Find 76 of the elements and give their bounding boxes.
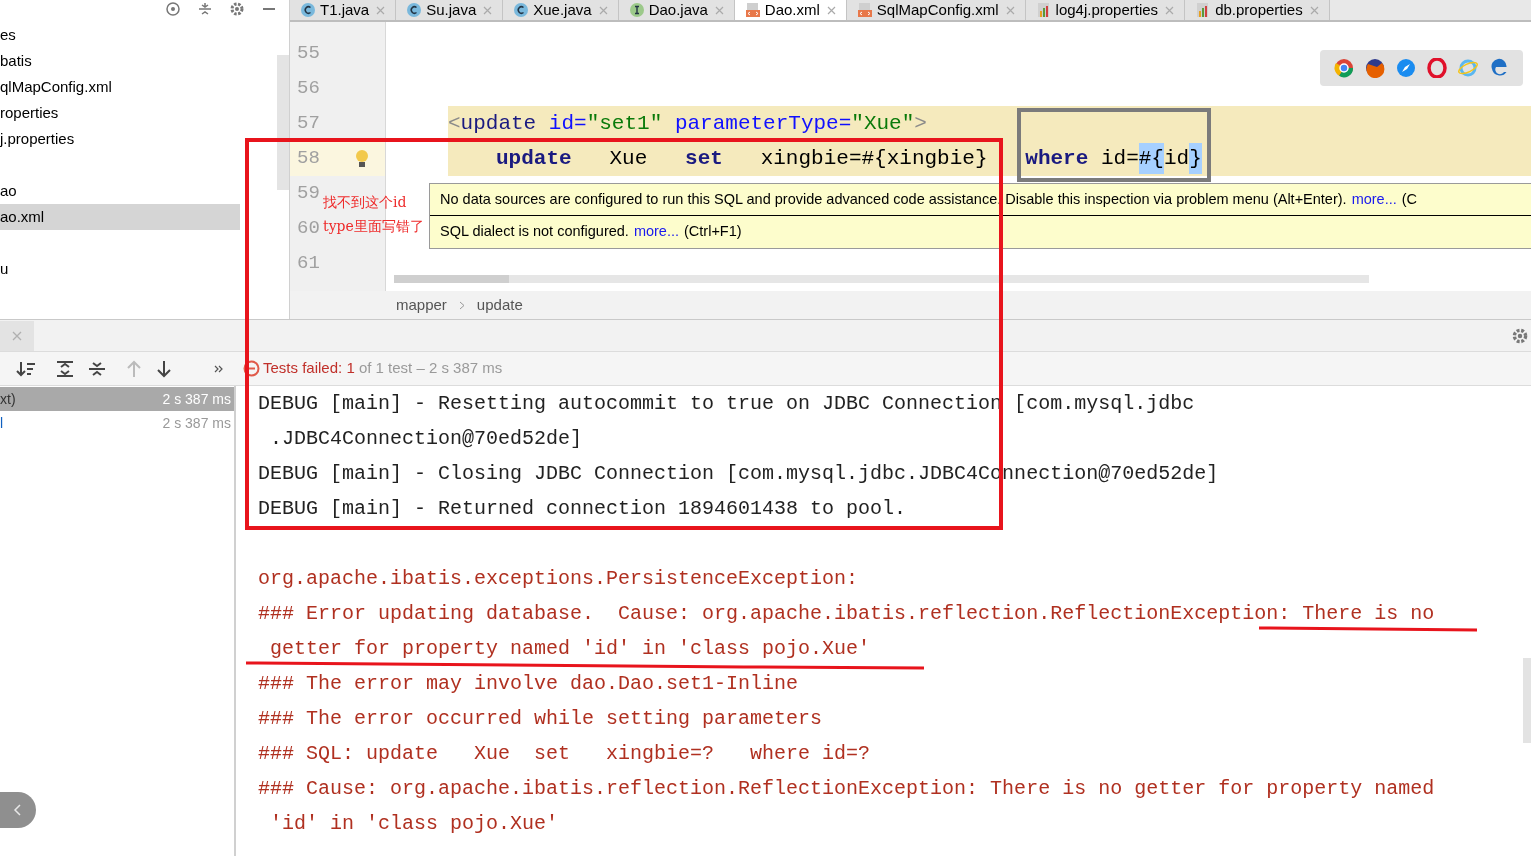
tree-item[interactable]: qlMapConfig.xml (0, 74, 112, 100)
breadcrumb-item[interactable]: update (476, 293, 523, 317)
collapse-panel-button[interactable] (0, 792, 36, 828)
shortcut-text: (Ctrl+F1) (684, 222, 742, 242)
console-line: .JDBC4Connection@70ed52de] (269, 426, 583, 451)
settings-icon[interactable] (229, 1, 245, 17)
locate-icon[interactable] (165, 1, 181, 17)
scrollbar-thumb[interactable] (394, 275, 509, 283)
browser-icon[interactable] (1364, 58, 1385, 78)
editor-tab[interactable]: T1.java (290, 0, 397, 20)
line-number: 58 (297, 146, 320, 172)
expand-all-icon[interactable] (56, 359, 74, 378)
tree-item[interactable]: roperties (0, 100, 59, 126)
console-line: ### SQL: update Xue set xingbie=? where id=? (258, 741, 871, 766)
sort-icon[interactable] (16, 359, 36, 378)
xml-file-icon (856, 2, 873, 18)
close-icon[interactable] (826, 5, 836, 15)
editor-tab[interactable]: log4j.properties (1025, 0, 1186, 20)
close-icon (12, 330, 22, 341)
interface-file-icon (628, 2, 645, 18)
console-line: ### Error updating database. Cause: org.apache.ibatis.reflection.ReflectionException: There is no (258, 601, 1435, 626)
console-line: DEBUG [main] - Returned connection 1894601438 to pool. (258, 496, 907, 521)
more-link[interactable]: more... (633, 221, 679, 243)
compass-icon[interactable] (1395, 58, 1416, 78)
settings-icon[interactable] (1511, 326, 1529, 345)
console-line: getter for property named 'id' in 'class pojo.Xue' (269, 636, 871, 661)
console-line: DEBUG [main] - Resetting autocommit to true on JDBC Connection [com.mysql.jdbc (258, 391, 1195, 416)
tree-item[interactable]: es (0, 22, 16, 48)
xml-file-icon (744, 2, 761, 18)
console-line: ### The error may involve dao.Dao.set1-Inline (258, 671, 799, 696)
lightbulb-icon[interactable] (355, 148, 369, 169)
console-line: ### The error occurred while setting parameters (258, 706, 823, 731)
chart-file-icon (1035, 2, 1052, 18)
browser-icon[interactable] (1427, 58, 1448, 78)
down-arrow-icon[interactable] (156, 359, 172, 378)
tree-item[interactable]: u (0, 256, 9, 282)
collapse-icon[interactable] (197, 1, 213, 17)
test-status: Tests failed: 1 of 1 test – 2 s 387 ms (263, 358, 503, 379)
line-number: 56 (297, 76, 320, 102)
line-number: 59 (297, 181, 320, 207)
annotation-note: 找不到这个id type里面写错了 (323, 193, 424, 236)
editor-tab[interactable]: Xue.java (503, 0, 619, 20)
tree-item[interactable]: ao (0, 178, 17, 204)
tree-item[interactable]: batis (0, 48, 32, 74)
test-row[interactable]: l 2 s 387 ms (0, 411, 234, 435)
breadcrumb-item[interactable]: mapper (396, 293, 447, 317)
tooltip-text: No data sources are configured to run this SQL and provide advanced code assistance. Disable this inspection via problem menu (Alt+Enter). (440, 189, 1347, 209)
more-icon[interactable] (214, 363, 224, 374)
editor-tab[interactable]: db.properties (1185, 0, 1330, 20)
browser-icon[interactable] (1333, 58, 1354, 78)
console-line: 'id' in 'class pojo.Xue' (269, 811, 559, 836)
shortcut-text: (C (1401, 189, 1418, 209)
class-file-icon (406, 2, 423, 18)
line-number: 61 (297, 251, 320, 277)
editor-tab[interactable]: Dao.xml (734, 0, 847, 20)
test-row[interactable]: xt) 2 s 387 ms (0, 387, 234, 411)
class-file-icon (513, 2, 530, 18)
console-line: org.apache.ibatis.exceptions.PersistenceException: (258, 566, 859, 591)
more-link[interactable]: more... (1351, 188, 1397, 211)
failed-icon (243, 360, 260, 377)
line-number: 60 (297, 216, 320, 242)
tree-item[interactable]: j.properties (0, 126, 75, 152)
scrollbar[interactable] (1523, 658, 1531, 743)
scrollbar[interactable] (277, 55, 289, 190)
editor-tab[interactable]: SqlMapConfig.xml (846, 0, 1026, 20)
editor-tab[interactable]: Dao.java (618, 0, 735, 20)
tree-item[interactable]: ao.xml (0, 204, 240, 230)
collapse-all-icon[interactable] (88, 359, 106, 378)
tooltip-text: SQL dialect is not configured. (440, 222, 629, 242)
line-number: 55 (297, 41, 320, 67)
editor-tab[interactable]: Su.java (396, 0, 504, 20)
chevron-left-icon (13, 804, 23, 816)
class-file-icon (300, 2, 316, 18)
chevron-icon (458, 300, 465, 310)
console-line: ### Cause: org.apache.ibatis.reflection.ReflectionException: There is no getter for property named (258, 776, 1435, 801)
line-number: 57 (297, 111, 320, 137)
